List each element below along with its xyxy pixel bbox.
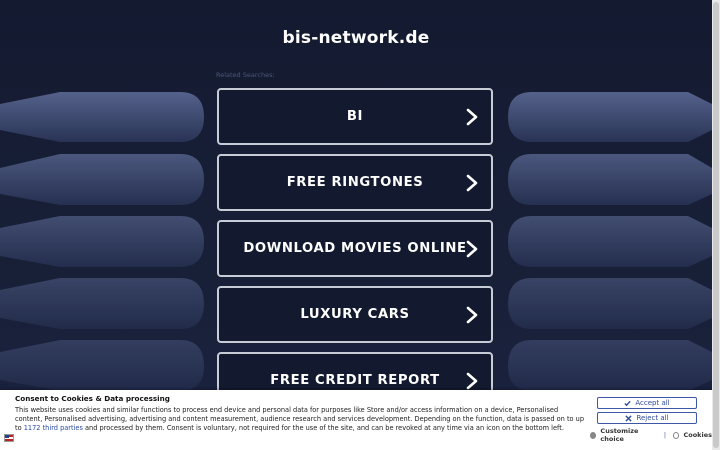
customize-choice-link[interactable]: Customize choice — [600, 427, 656, 443]
consent-text-after: and processed by them. Consent is volunt… — [82, 423, 564, 432]
cookie-icon — [673, 431, 680, 439]
consent-footer-links: Customize choice | Cookies — [590, 427, 712, 443]
cookie-consent-banner: Consent to Cookies & Data processing Thi… — [0, 390, 712, 450]
related-searches-label: Related Searches: — [216, 71, 275, 79]
close-icon — [625, 414, 633, 422]
site-title: bis-network.de — [282, 28, 430, 48]
cookies-link[interactable]: Cookies — [683, 431, 712, 439]
consent-text: This website uses cookies and similar fu… — [15, 406, 585, 432]
related-link-free-ringtones[interactable]: FREE RINGTONES — [217, 154, 493, 211]
related-link-luxury-cars[interactable]: LUXURY CARS — [217, 286, 493, 343]
related-link-bi[interactable]: BI — [217, 88, 493, 145]
related-link-label: LUXURY CARS — [300, 307, 410, 322]
us-flag-icon[interactable] — [4, 434, 14, 442]
chevron-right-icon — [466, 306, 478, 323]
related-link-download-movies-online[interactable]: DOWNLOAD MOVIES ONLINE — [217, 220, 493, 277]
related-link-label: BI — [346, 109, 364, 124]
reject-all-button[interactable]: Reject all — [597, 412, 697, 424]
chevron-right-icon — [466, 108, 478, 125]
accept-all-label: Accept all — [635, 399, 670, 407]
related-link-label: DOWNLOAD MOVIES ONLINE — [243, 241, 467, 256]
chevron-right-icon — [466, 372, 478, 389]
accept-all-button[interactable]: Accept all — [597, 397, 697, 409]
scrollbar-thumb[interactable] — [713, 2, 719, 448]
chevron-right-icon — [466, 240, 478, 257]
related-link-label: FREE RINGTONES — [286, 175, 424, 190]
check-icon — [624, 400, 632, 406]
reject-all-label: Reject all — [636, 414, 669, 422]
gear-icon — [590, 431, 597, 439]
related-link-label: FREE CREDIT REPORT — [270, 373, 440, 388]
third-parties-link[interactable]: 1172 third parties — [24, 424, 83, 432]
separator: | — [663, 431, 667, 439]
chevron-right-icon — [466, 174, 478, 191]
consent-title: Consent to Cookies & Data processing — [15, 394, 170, 403]
scrollbar[interactable] — [712, 0, 720, 450]
